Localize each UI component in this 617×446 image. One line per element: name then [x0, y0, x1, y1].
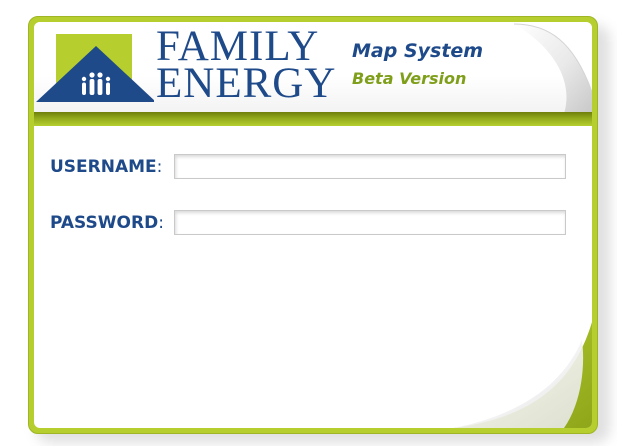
bottom-curl-decoration — [454, 322, 592, 428]
login-panel: FAMILY ENERGY Map System Beta Version US… — [34, 22, 592, 428]
login-window: FAMILY ENERGY Map System Beta Version US… — [0, 0, 617, 446]
